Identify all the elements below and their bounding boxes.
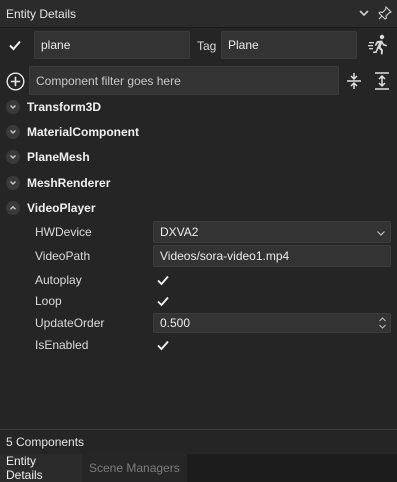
add-component-icon[interactable] [6,72,25,91]
videopath-label: VideoPath [35,249,91,263]
component-header-planemesh[interactable]: PlaneMesh [0,146,397,168]
videopath-value: Videos/sora-video1.mp4 [160,249,290,263]
expand-all-icon[interactable] [373,71,391,91]
running-person-icon[interactable] [367,33,391,57]
entity-name-value: plane [41,38,71,52]
component-count: 5 Components [6,435,85,449]
panel-title: Entity Details [6,7,77,21]
loop-label: Loop [35,294,62,308]
tag-value: Plane [228,38,259,52]
tab-label: Scene Managers [89,461,180,475]
panel-tab-strip: Entity Details Scene Managers [0,454,397,482]
updateorder-label: UpdateOrder [35,316,105,330]
tag-field[interactable]: Plane [221,31,357,59]
filter-placeholder: Component filter goes here [36,73,181,88]
component-count-bar: 5 Components [0,429,397,454]
component-header-meshrenderer[interactable]: MeshRenderer [0,172,397,194]
hwdevice-select[interactable]: DXVA2 [153,221,391,243]
autoplay-label: Autoplay [35,273,82,287]
isenabled-checkbox[interactable] [155,337,171,353]
videopath-field[interactable]: Videos/sora-video1.mp4 [153,245,391,267]
panel-titlebar: Entity Details [0,0,397,28]
component-header-videoplayer[interactable]: VideoPlayer [0,197,397,219]
tab-entity-details[interactable]: Entity Details [0,454,82,482]
component-header-materialcomponent[interactable]: MaterialComponent [0,121,397,143]
component-name: VideoPlayer [27,201,96,215]
entity-row: plane Tag Plane [0,30,397,60]
updateorder-value: 0.500 [160,316,191,330]
component-name: MaterialComponent [27,125,140,139]
chevron-down-icon[interactable] [356,5,372,21]
isenabled-label: IsEnabled [35,338,89,352]
tab-scene-managers[interactable]: Scene Managers [82,454,187,482]
collapse-chevron-icon[interactable] [6,201,20,215]
component-filter-input[interactable]: Component filter goes here [29,66,339,95]
component-name: Transform3D [27,100,102,114]
component-header-transform3d[interactable]: Transform3D [0,96,397,118]
tab-label: Entity Details [6,454,43,482]
component-name: PlaneMesh [27,150,90,164]
entity-enabled-checkbox[interactable] [7,37,23,53]
hwdevice-label: HWDevice [35,225,92,239]
tag-label: Tag [197,39,217,53]
chevron-down-icon [376,227,386,241]
expand-chevron-icon[interactable] [6,176,20,190]
pin-icon[interactable] [377,5,393,21]
loop-checkbox[interactable] [155,293,171,309]
entity-details-panel: Entity Details plane Tag Plane Component… [0,0,397,482]
hwdevice-value: DXVA2 [160,225,199,239]
component-name: MeshRenderer [27,176,111,190]
entity-name-field[interactable]: plane [34,31,190,59]
expand-chevron-icon[interactable] [6,125,20,139]
expand-chevron-icon[interactable] [6,100,20,114]
autoplay-checkbox[interactable] [155,272,171,288]
stepper-arrows-icon[interactable] [378,316,387,333]
collapse-all-icon[interactable] [345,71,363,91]
updateorder-stepper[interactable]: 0.500 [153,313,391,333]
expand-chevron-icon[interactable] [6,150,20,164]
